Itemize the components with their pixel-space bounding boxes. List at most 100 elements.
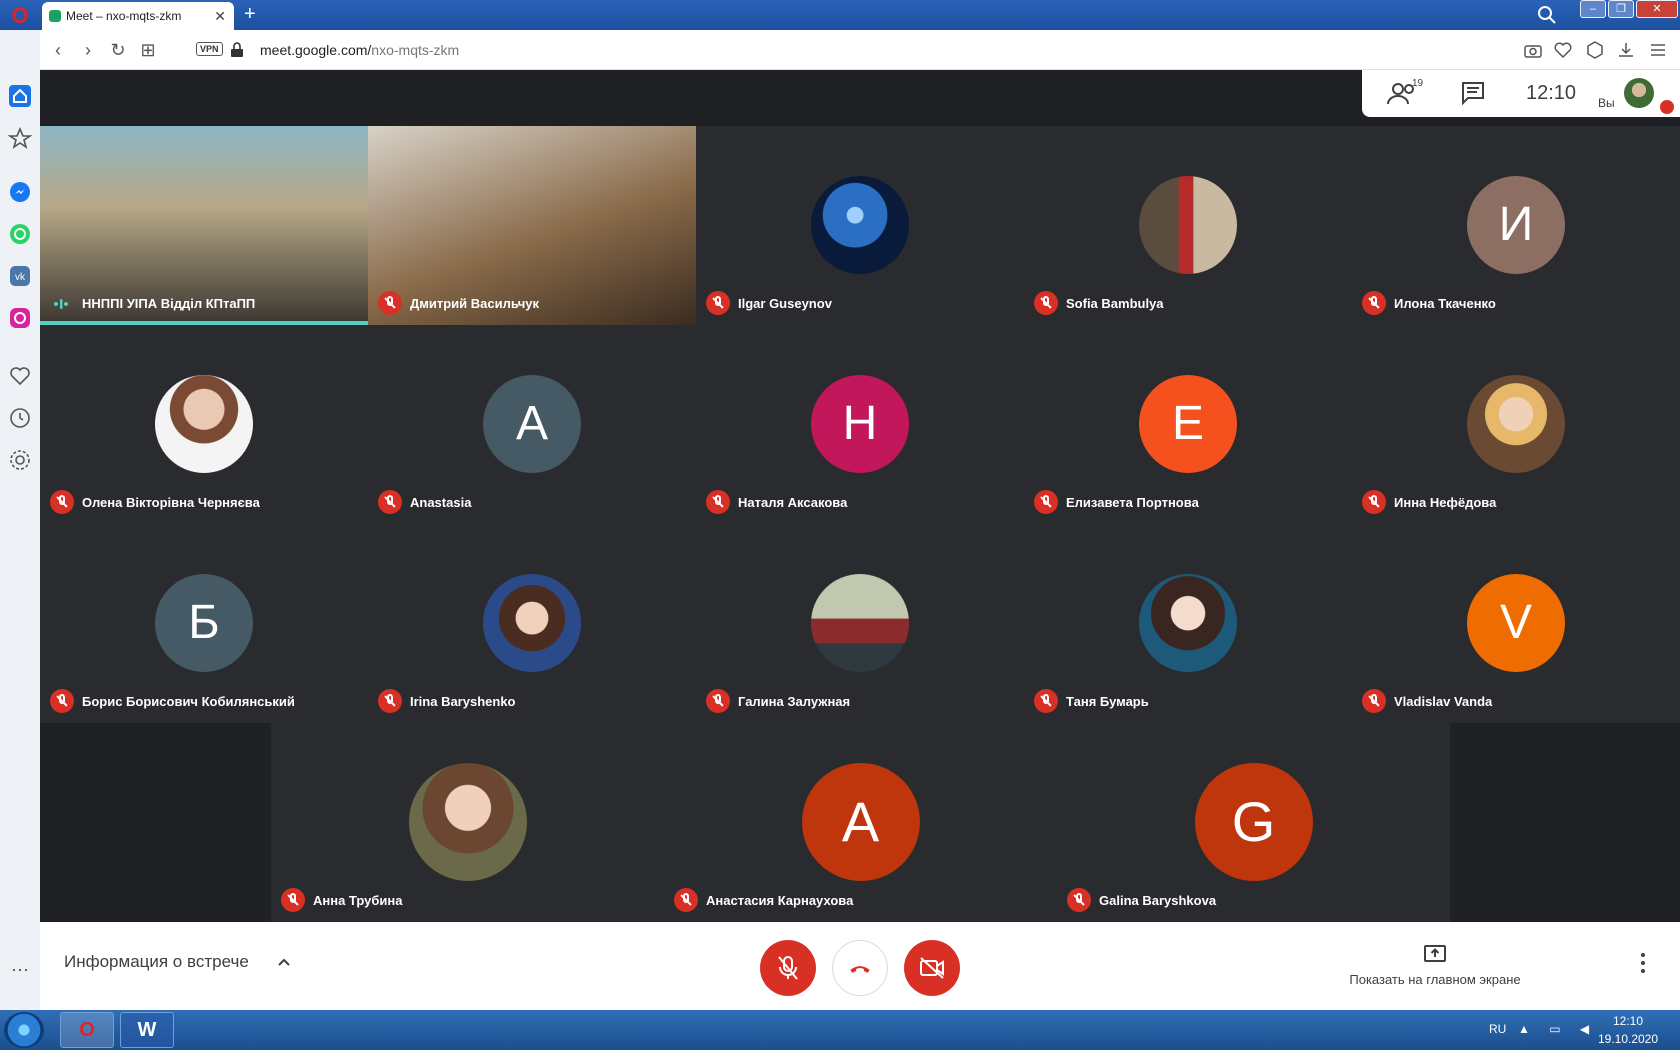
taskbar-word-icon[interactable]: W bbox=[120, 1012, 174, 1048]
tray-time[interactable]: 12:10 bbox=[1598, 1014, 1658, 1028]
extensions-cube-icon[interactable] bbox=[1585, 40, 1605, 60]
participant-tile[interactable]: Irina Baryshenko bbox=[368, 524, 696, 723]
sidebar-more-icon[interactable]: ⋯ bbox=[8, 960, 32, 984]
url-field[interactable]: meet.google.com/nxo-mqts-zkm bbox=[260, 42, 459, 58]
participant-tile[interactable]: И Илона Ткаченко bbox=[1352, 126, 1680, 325]
forward-icon[interactable]: › bbox=[76, 38, 100, 62]
participant-tile[interactable]: Инна Нефёдова bbox=[1352, 325, 1680, 524]
mic-off-icon bbox=[378, 291, 402, 315]
tray-language[interactable]: RU bbox=[1489, 1022, 1506, 1036]
messenger-icon[interactable] bbox=[8, 180, 32, 204]
mic-toggle-button[interactable] bbox=[760, 940, 816, 996]
you-label: Вы bbox=[1598, 96, 1615, 110]
mic-off-icon bbox=[378, 689, 402, 713]
vk-icon[interactable]: vk bbox=[8, 264, 32, 288]
url-path: nxo-mqts-zkm bbox=[371, 42, 460, 58]
mic-off-icon bbox=[1362, 490, 1386, 514]
participant-tile[interactable]: V Vladislav Vanda bbox=[1352, 524, 1680, 723]
bookmarks-icon[interactable] bbox=[8, 126, 32, 150]
opera-sidebar: vk ⋯ bbox=[0, 30, 40, 1010]
camera-toggle-button[interactable] bbox=[904, 940, 960, 996]
tab-close-icon[interactable]: ✕ bbox=[214, 2, 226, 30]
meeting-info-button[interactable]: Информация о встрече bbox=[64, 952, 249, 972]
participant-tile[interactable]: A Anastasia bbox=[368, 325, 696, 524]
tab-search-icon[interactable] bbox=[1536, 4, 1558, 26]
chevron-up-icon[interactable] bbox=[276, 954, 292, 970]
mic-off-icon bbox=[1362, 689, 1386, 713]
hang-up-button[interactable] bbox=[832, 940, 888, 996]
self-avatar[interactable] bbox=[1624, 78, 1654, 108]
participant-tile[interactable]: Ilgar Guseynov bbox=[696, 126, 1024, 325]
participant-name: Galina Baryshkova bbox=[1099, 893, 1217, 908]
snapshot-camera-icon[interactable] bbox=[1523, 40, 1543, 60]
start-button-icon[interactable] bbox=[4, 1012, 44, 1048]
participant-name: Борис Борисович Кобилянський bbox=[82, 694, 295, 709]
participant-name: ННППІ УІПА Відділ КПтаПП bbox=[82, 296, 256, 311]
instagram-icon[interactable] bbox=[8, 306, 32, 330]
participant-tile[interactable]: Таня Бумарь bbox=[1024, 524, 1352, 723]
taskbar-opera-icon[interactable]: O bbox=[60, 1012, 114, 1048]
downloads-icon[interactable] bbox=[1616, 40, 1636, 60]
tab-meet[interactable]: Meet – nxo-mqts-zkm ✕ bbox=[42, 2, 234, 30]
chat-icon[interactable] bbox=[1460, 80, 1486, 106]
participant-tile[interactable]: Sofia Bambulya bbox=[1024, 126, 1352, 325]
settings-gear-icon[interactable] bbox=[8, 448, 32, 472]
self-mic-off-icon bbox=[1660, 100, 1674, 114]
mic-off-icon bbox=[706, 291, 730, 315]
vpn-badge[interactable]: VPN bbox=[196, 42, 223, 56]
restore-icon[interactable]: ❐ bbox=[1608, 0, 1634, 18]
participant-avatar: G bbox=[1194, 763, 1313, 881]
present-now-button[interactable]: Показать на главном экране bbox=[1340, 944, 1530, 994]
participant-tile[interactable]: G Galina Baryshkova bbox=[1057, 723, 1450, 922]
participant-avatar bbox=[1139, 574, 1237, 672]
bookmark-heart-icon[interactable] bbox=[1553, 40, 1573, 60]
participant-avatar bbox=[155, 375, 253, 473]
participant-tile[interactable]: А Анастасия Карнаухова bbox=[664, 723, 1057, 922]
whatsapp-icon[interactable] bbox=[8, 222, 32, 246]
speed-dial-grid-icon[interactable]: ⊞ bbox=[136, 38, 160, 62]
mic-off-icon bbox=[1034, 291, 1058, 315]
participant-avatar bbox=[811, 574, 909, 672]
mic-off-icon bbox=[706, 689, 730, 713]
participant-avatar: И bbox=[1467, 176, 1565, 274]
participant-tile[interactable]: Олена Вікторівна Черняєва bbox=[40, 325, 368, 524]
window-controls: – ❐ ✕ bbox=[1580, 0, 1678, 18]
mic-off-icon bbox=[1362, 291, 1386, 315]
participant-tile[interactable]: Анна Трубина bbox=[271, 723, 664, 922]
mic-off-icon bbox=[50, 689, 74, 713]
lock-icon[interactable] bbox=[230, 42, 244, 58]
speaking-indicator-icon bbox=[54, 299, 68, 309]
participant-name: Инна Нефёдова bbox=[1394, 495, 1497, 510]
mic-off-icon bbox=[50, 490, 74, 514]
favorites-heart-icon[interactable] bbox=[8, 364, 32, 388]
opera-menu-icon[interactable]: O bbox=[8, 4, 32, 28]
participant-name: Анна Трубина bbox=[313, 893, 403, 908]
participant-name: Anastasia bbox=[410, 495, 472, 510]
participant-tile[interactable]: Н Наталя Аксакова bbox=[696, 325, 1024, 524]
participant-avatar bbox=[1467, 375, 1565, 473]
more-options-icon[interactable] bbox=[1640, 952, 1646, 974]
participant-tile[interactable]: Дмитрий Васильчук bbox=[368, 126, 696, 325]
home-icon[interactable] bbox=[8, 84, 32, 108]
participant-tile[interactable]: ННППІ УІПА Відділ КПтаПП bbox=[40, 126, 368, 325]
back-icon[interactable]: ‹ bbox=[46, 38, 70, 62]
tray-date[interactable]: 19.10.2020 bbox=[1592, 1032, 1664, 1046]
meet-favicon-icon bbox=[49, 10, 61, 22]
tab-title: Meet – nxo-mqts-zkm bbox=[66, 9, 182, 23]
participant-count: 19 bbox=[1412, 78, 1424, 89]
participant-tile[interactable]: Галина Залужная bbox=[696, 524, 1024, 723]
meet-top-controls: 19 12:10 Вы bbox=[1362, 70, 1680, 117]
history-clock-icon[interactable] bbox=[8, 406, 32, 430]
mic-off-icon bbox=[706, 490, 730, 514]
minimize-icon[interactable]: – bbox=[1580, 0, 1606, 18]
window-close-icon[interactable]: ✕ bbox=[1636, 0, 1678, 18]
new-tab-plus-icon[interactable]: + bbox=[244, 2, 256, 26]
reload-icon[interactable]: ↻ bbox=[106, 38, 130, 62]
participant-tile[interactable]: Е Елизавета Портнова bbox=[1024, 325, 1352, 524]
participant-tile[interactable]: Б Борис Борисович Кобилянський bbox=[40, 524, 368, 723]
easy-setup-icon[interactable] bbox=[1648, 40, 1668, 60]
participant-name: Дмитрий Васильчук bbox=[410, 296, 540, 311]
meet-bottom-bar: Информация о встрече Показать на главном… bbox=[40, 922, 1680, 1010]
tray-icons[interactable]: ▲ ▭ ◀ bbox=[1518, 1022, 1597, 1036]
meet-clock: 12:10 bbox=[1526, 82, 1577, 104]
